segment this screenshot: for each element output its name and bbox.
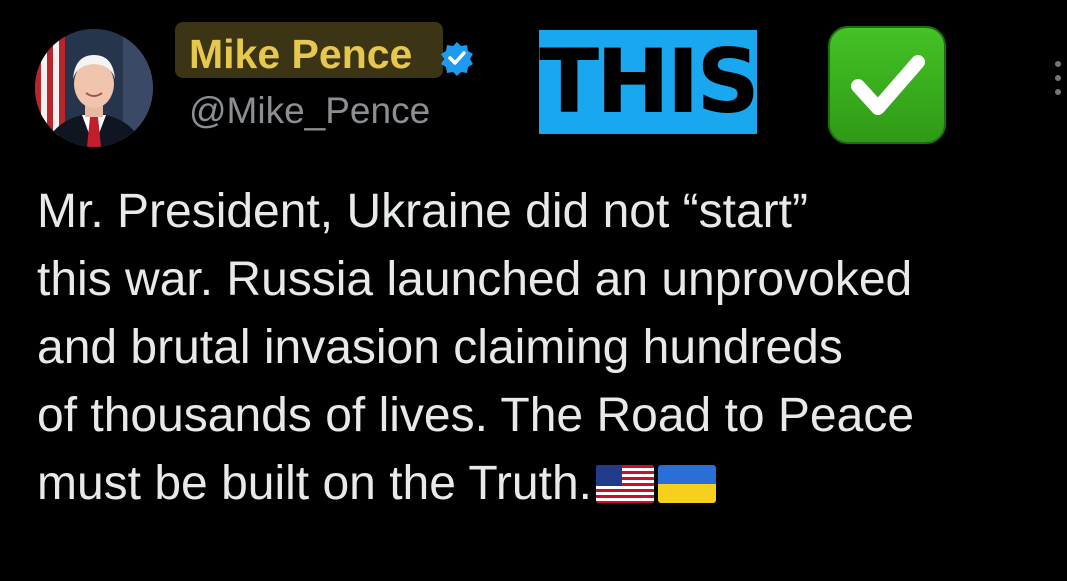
tweet-text: Mr. President, Ukraine did not “start” t… <box>37 178 1047 518</box>
tweet-text-line: Mr. President, Ukraine did not “start” <box>37 185 808 238</box>
author-display-name[interactable]: Mike Pence <box>189 34 412 75</box>
profile-photo-icon <box>35 29 153 147</box>
more-options-icon[interactable] <box>1054 60 1062 96</box>
ukraine-flag-icon <box>657 465 716 503</box>
tweet-text-last-line: must be built on the Truth. <box>37 450 1047 518</box>
tweet-text-line: and brutal invasion claiming hundreds <box>37 321 843 374</box>
tweet-text-line: this war. Russia launched an unprovoked <box>37 253 913 306</box>
white-check-mark-icon <box>828 26 946 144</box>
tweet-text-line: of thousands of lives. The Road to Peace <box>37 389 915 442</box>
us-flag-icon <box>595 465 654 503</box>
avatar[interactable] <box>35 29 153 147</box>
verified-badge-icon <box>439 40 475 76</box>
this-label: THIS <box>539 30 757 134</box>
tweet-card: Mike Pence @Mike_Pence THIS Mr. Presiden… <box>0 0 1067 581</box>
tweet-text-line: must be built on the Truth. <box>37 457 592 510</box>
author-handle[interactable]: @Mike_Pence <box>189 92 430 129</box>
